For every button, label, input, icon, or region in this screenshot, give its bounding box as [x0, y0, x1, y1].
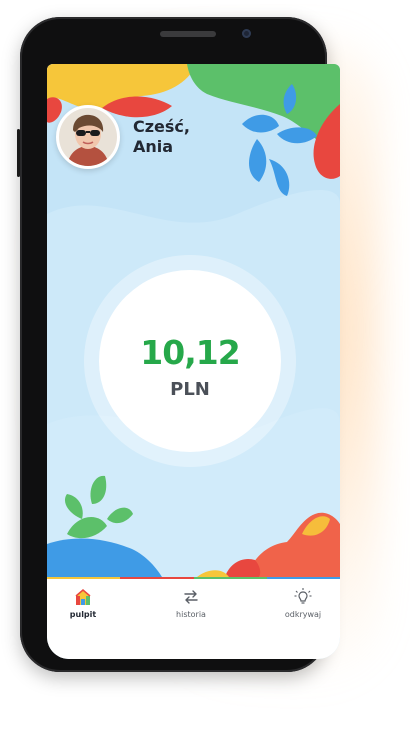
lightbulb-icon: [294, 588, 312, 604]
page: Cześć, Ania 10,12 PLN pulpit historia od…: [0, 0, 410, 753]
nav-label-pulpit: pulpit: [69, 610, 97, 619]
phone-frame: Cześć, Ania 10,12 PLN pulpit historia od…: [17, 17, 340, 672]
app-screen: Cześć, Ania 10,12 PLN pulpit historia od…: [47, 64, 340, 659]
volume-button: [17, 129, 20, 177]
nav-label-historia: historia: [176, 610, 206, 619]
balance-amount: 10,12: [140, 333, 240, 372]
nav-item-odkrywaj[interactable]: odkrywaj: [268, 587, 338, 627]
phone-speaker: [160, 31, 216, 37]
nav-item-historia[interactable]: historia: [156, 587, 226, 627]
home-icon: [75, 589, 91, 605]
nav-item-pulpit[interactable]: pulpit: [48, 587, 118, 627]
balance-currency: PLN: [170, 379, 210, 400]
arrows-exchange-icon: [184, 590, 198, 604]
greeting-line-1: Cześć,: [133, 117, 190, 136]
nav-color-stripe: [47, 577, 340, 579]
user-photo: [59, 108, 117, 166]
balance-circle[interactable]: 10,12 PLN: [99, 270, 281, 452]
greeting: Cześć, Ania: [133, 117, 190, 157]
nav-label-odkrywaj: odkrywaj: [284, 610, 322, 619]
front-camera: [242, 29, 251, 38]
bottom-nav: pulpit historia odkrywaj: [47, 577, 340, 659]
avatar[interactable]: [56, 105, 120, 169]
greeting-line-2: Ania: [133, 137, 174, 156]
